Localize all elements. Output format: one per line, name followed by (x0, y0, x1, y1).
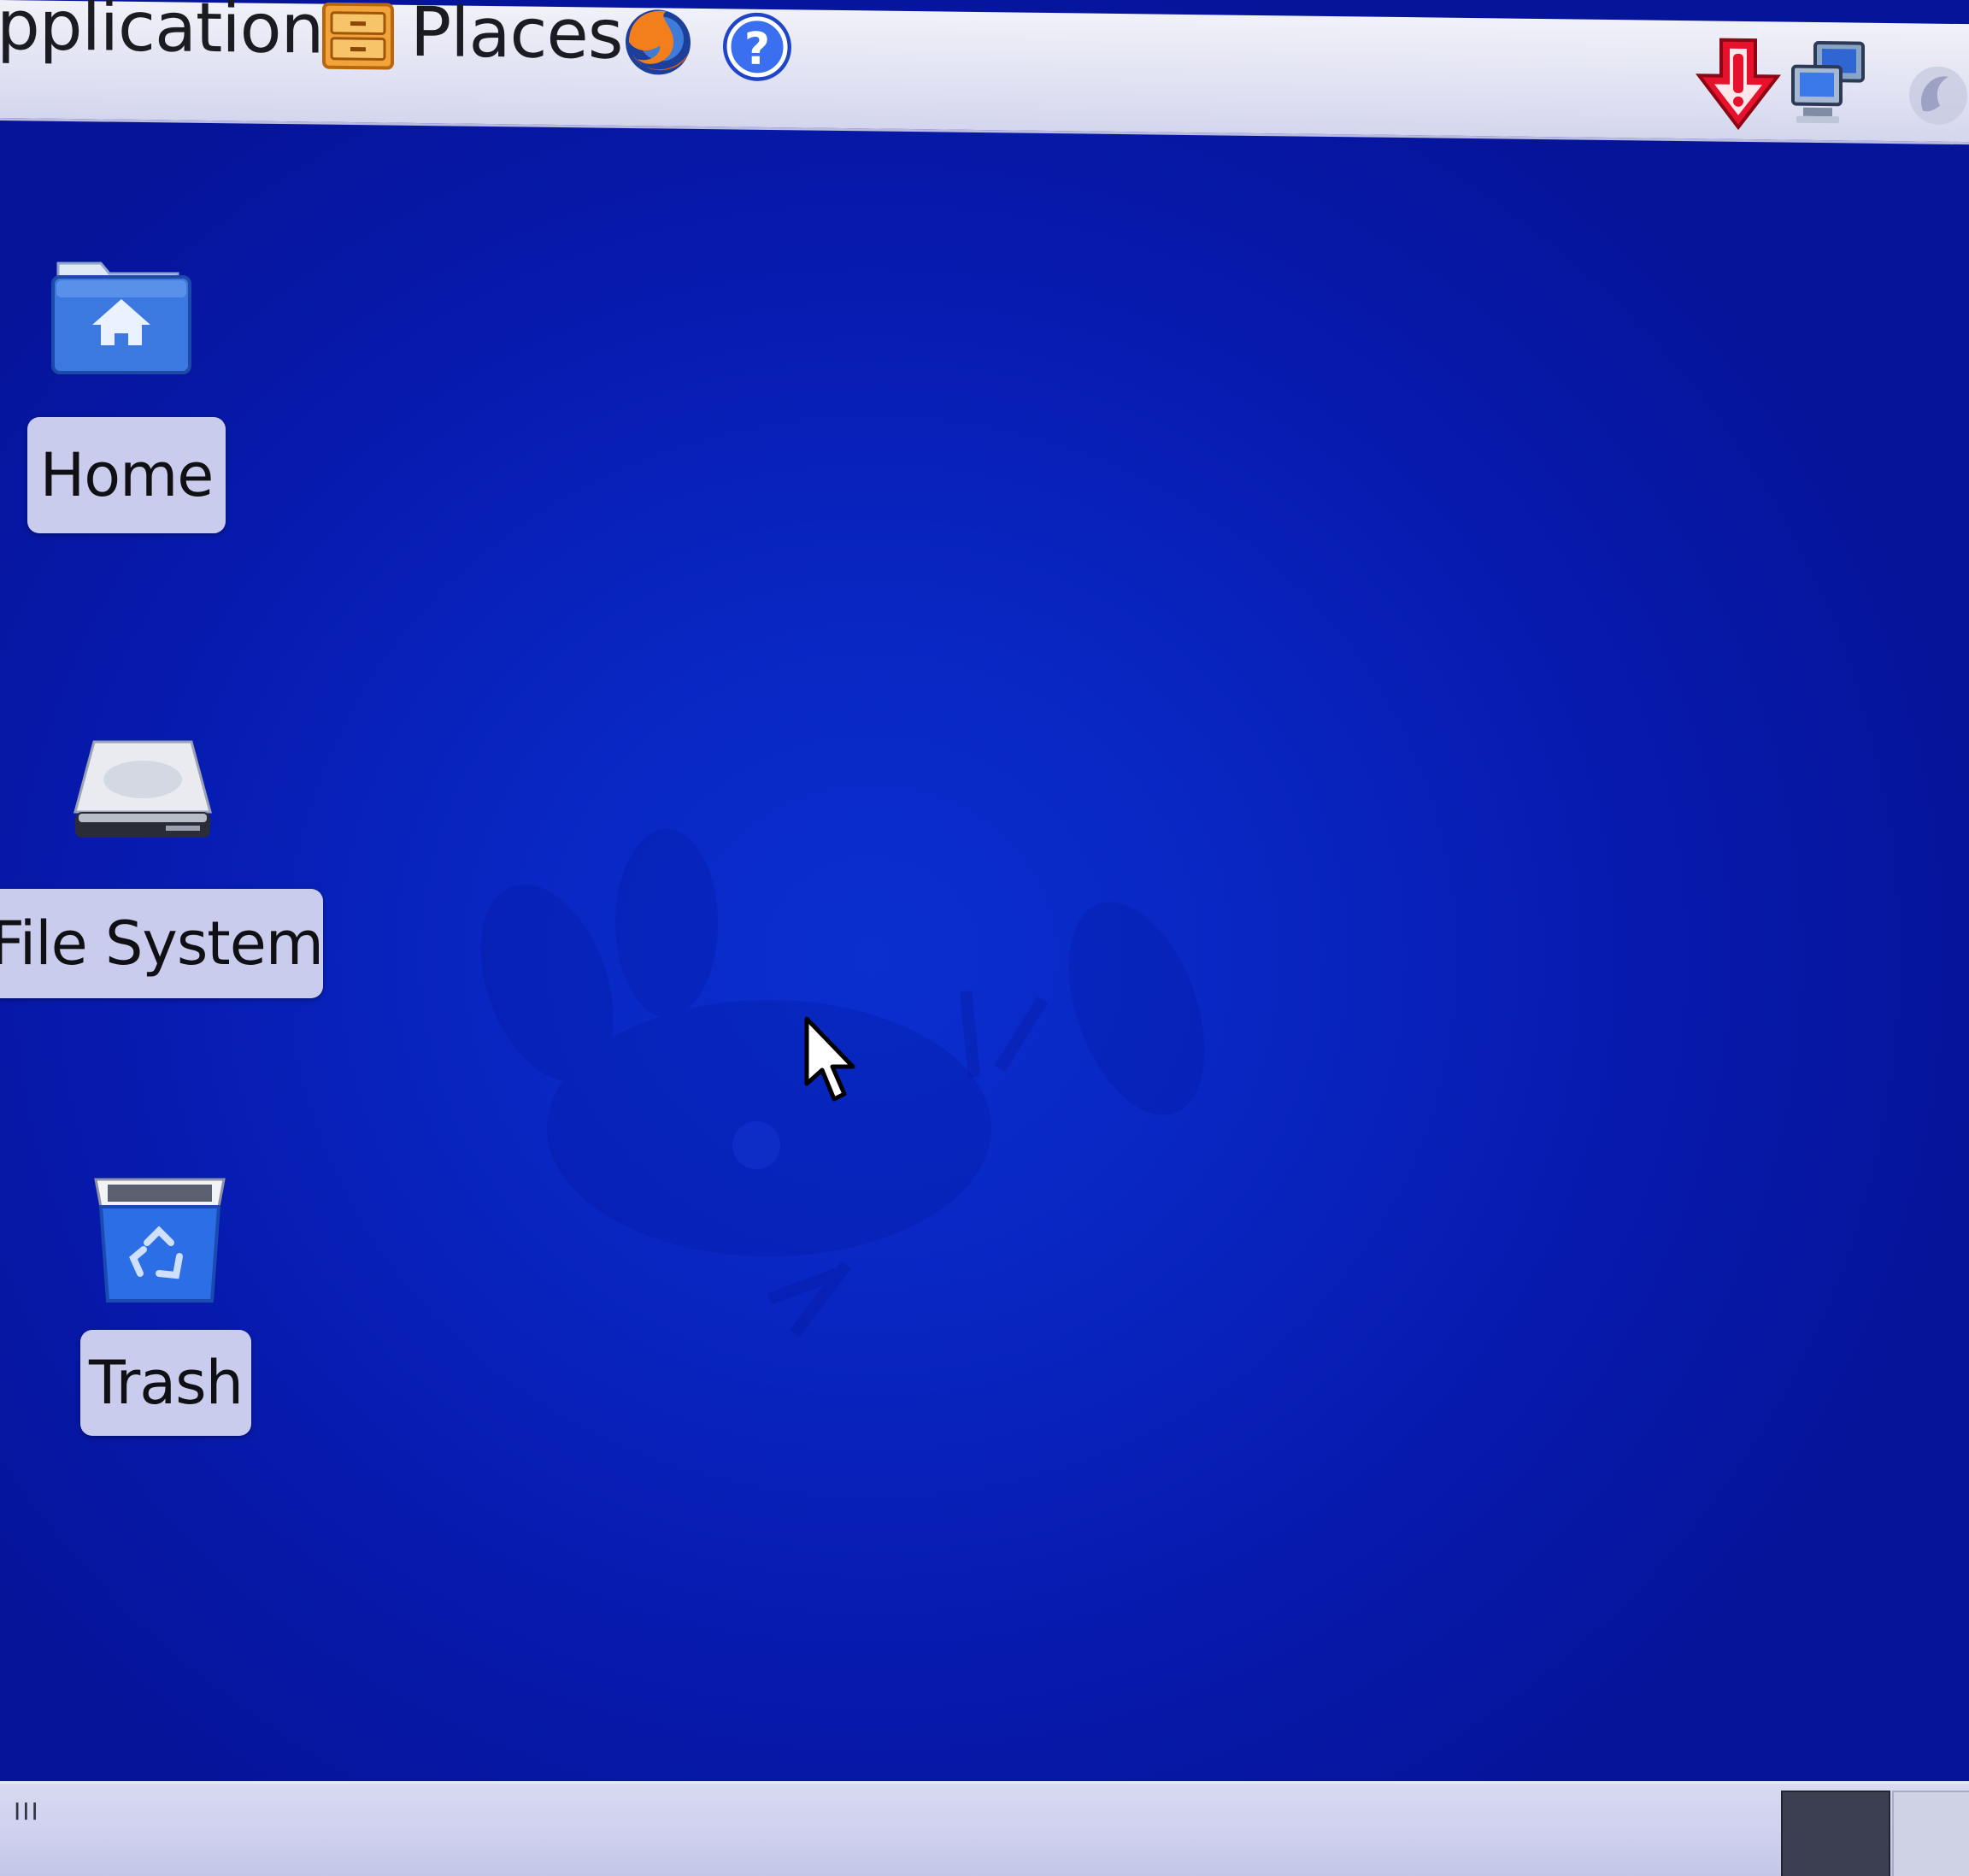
workspace-1[interactable] (1781, 1791, 1890, 1876)
show-desktop-handle[interactable]: III (14, 1797, 40, 1826)
file-system-label[interactable]: File System (0, 889, 324, 998)
update-notifier-icon[interactable] (1696, 36, 1781, 132)
applications-menu[interactable]: pplications (0, 0, 358, 69)
mouse-cursor-icon (804, 1016, 855, 1102)
places-menu[interactable]: Places (410, 0, 622, 74)
trash-icon[interactable] (91, 1173, 229, 1306)
home-label[interactable]: Home (27, 417, 226, 533)
help-icon[interactable]: ? (721, 7, 793, 85)
home-folder-icon[interactable] (50, 251, 193, 378)
workspace-2[interactable] (1892, 1791, 1969, 1876)
fedora-icon[interactable] (1902, 57, 1969, 135)
top-panel: pplications Places ? (0, 0, 1969, 145)
desktop-screen[interactable]: pplications Places ? Home File System Tr… (0, 0, 1969, 1876)
firefox-icon[interactable] (622, 3, 694, 80)
network-icon[interactable] (1786, 38, 1872, 132)
harddrive-icon[interactable] (72, 737, 214, 846)
bottom-panel: III (0, 1781, 1969, 1876)
drawer-icon[interactable] (321, 2, 395, 72)
trash-label[interactable]: Trash (80, 1330, 251, 1436)
svg-text:?: ? (744, 24, 770, 75)
